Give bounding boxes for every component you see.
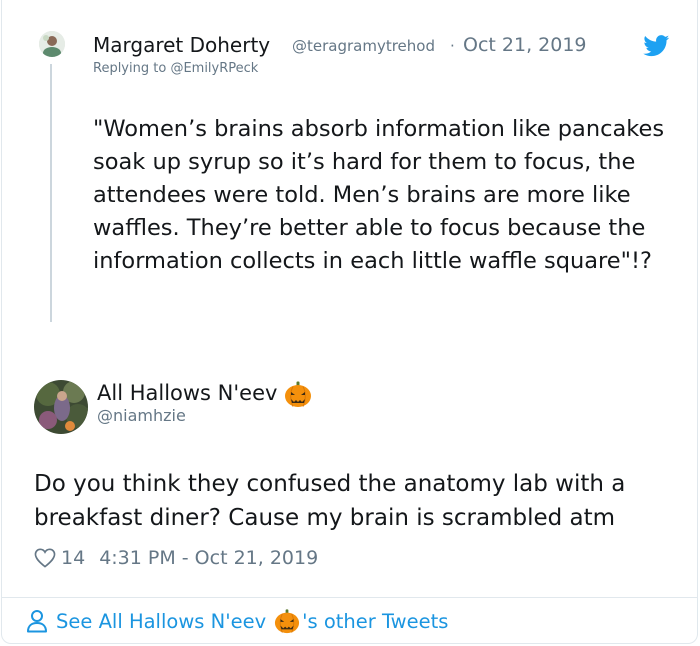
main-author-handle[interactable]: @niamhzie — [97, 406, 186, 425]
heart-icon[interactable] — [34, 548, 56, 568]
replying-to: Replying to @EmilyRPeck — [93, 61, 258, 76]
pumpkin-icon — [285, 381, 312, 407]
replying-to-prefix: Replying to — [93, 61, 167, 76]
footer-divider — [2, 597, 697, 598]
embedded-tweet-card: Margaret Doherty @teragramytrehod · Oct … — [1, 0, 698, 644]
see-other-tweets-link[interactable]: See All Hallows N'eev 's other Tweets — [26, 606, 448, 636]
see-other-tweets-prefix[interactable]: See All Hallows N'eev — [56, 610, 266, 633]
pumpkin-icon — [275, 609, 300, 634]
like-count[interactable]: 14 — [61, 547, 85, 569]
tweet-meta-row: 14 4:31 PM - Oct 21, 2019 — [34, 544, 318, 572]
tweet-timestamp[interactable]: 4:31 PM - Oct 21, 2019 — [99, 547, 318, 569]
twitter-bird-icon[interactable] — [643, 35, 670, 57]
thread-connector-line — [50, 64, 52, 322]
main-author-name[interactable]: All Hallows N'eev — [97, 381, 277, 405]
separator-dot: · — [450, 37, 455, 55]
parent-author-handle[interactable]: @teragramytrehod — [292, 37, 435, 55]
see-other-tweets-suffix[interactable]: 's other Tweets — [302, 610, 448, 633]
replying-to-handle[interactable]: @EmilyRPeck — [170, 61, 258, 76]
main-author-avatar[interactable] — [34, 380, 88, 434]
parent-tweet-text: "Women’s brains absorb information like … — [93, 116, 665, 274]
parent-author-name[interactable]: Margaret Doherty — [93, 33, 270, 57]
parent-tweet-date[interactable]: Oct 21, 2019 — [463, 34, 587, 56]
main-tweet-text: Do you think they confused the anatomy l… — [34, 471, 626, 531]
main-author-name-row[interactable]: All Hallows N'eev — [97, 380, 312, 408]
parent-author-avatar[interactable] — [39, 31, 65, 57]
person-icon — [27, 610, 47, 633]
